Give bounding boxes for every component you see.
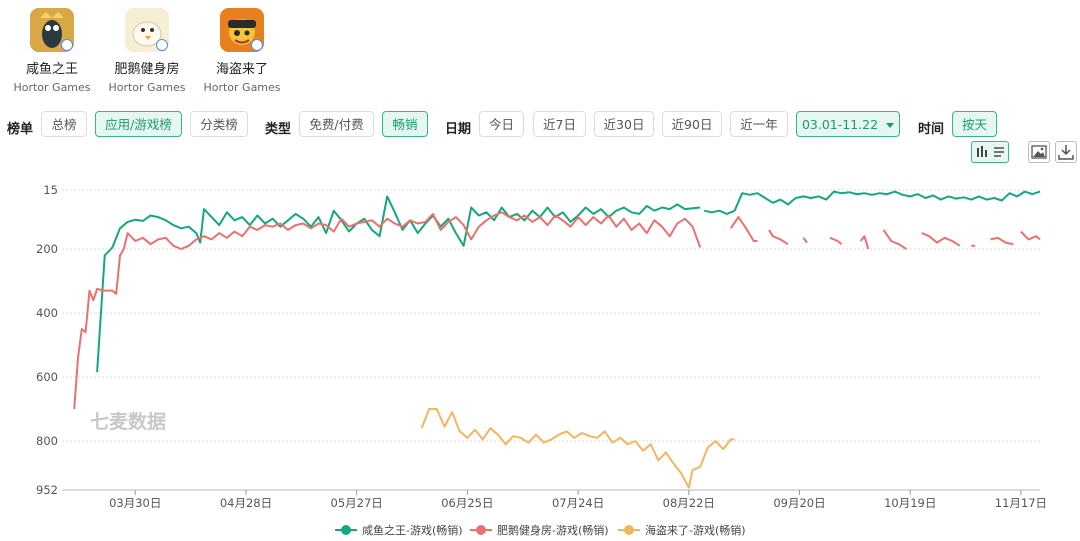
app-card-2[interactable]: 肥鹅健身房 Hortor Games	[92, 8, 202, 94]
app-name: 咸鱼之王	[25, 62, 78, 77]
app-developer: Hortor Games	[108, 81, 186, 94]
google-badge-icon	[156, 39, 168, 51]
app-developer: Hortor Games	[13, 81, 91, 94]
y-tick-label: 400	[36, 306, 58, 320]
series-line-2	[73, 211, 1041, 410]
rank-option-total[interactable]: 总榜	[41, 111, 87, 137]
series-line-3	[420, 408, 735, 489]
app-name: 海盗来了	[215, 62, 268, 77]
y-tick-label: 200	[36, 242, 58, 256]
download-icon	[1058, 145, 1074, 160]
legend[interactable]: 咸鱼之王-游戏(畅销) 肥鹅健身房-游戏(畅销) 海盗来了-游戏(畅销)	[335, 523, 746, 537]
x-tick-label: 03月30日	[109, 496, 161, 510]
image-export-icon	[1031, 145, 1047, 159]
y-tick-label: 800	[36, 434, 58, 448]
type-option-free-paid[interactable]: 免费/付费	[299, 111, 374, 137]
app-name: 肥鹅健身房	[114, 62, 180, 77]
legend-swatch-dot	[476, 525, 486, 535]
x-tick-label: 05月27日	[331, 496, 383, 510]
legend-item-2[interactable]: 肥鹅健身房-游戏(畅销)	[470, 523, 609, 537]
app-card-1[interactable]: 咸鱼之王 Hortor Games	[0, 8, 107, 94]
series-lines	[73, 190, 1041, 489]
legend-swatch-dot	[624, 525, 634, 535]
legend-label: 肥鹅健身房-游戏(畅销)	[497, 523, 609, 537]
google-badge-icon	[251, 39, 263, 51]
legend-item-1[interactable]: 咸鱼之王-游戏(畅销)	[335, 523, 463, 537]
app-icon	[125, 8, 169, 52]
y-tick-label: 600	[36, 370, 58, 384]
x-tick-label: 07月24日	[552, 496, 604, 510]
y-tick-label: 952	[36, 483, 58, 497]
gridlines	[62, 189, 1040, 491]
date-range-value: 03.01-11.22	[801, 117, 879, 132]
rank-option-category[interactable]: 分类榜	[190, 111, 248, 137]
app-icon	[220, 8, 264, 52]
x-tick-label: 06月25日	[441, 496, 493, 510]
legend-label: 海盗来了-游戏(畅销)	[645, 523, 746, 537]
date-option-90d[interactable]: 近90日	[662, 111, 722, 137]
google-badge-icon	[61, 39, 73, 51]
rank-label: 榜单	[7, 122, 34, 137]
x-tick-label: 10月19日	[884, 496, 936, 510]
x-axis: 03月30日 04月28日 05月27日 06月25日 07月24日 08月22日 09月2…	[109, 490, 1047, 510]
chevron-down-icon	[886, 123, 895, 128]
app-list: 咸鱼之王 Hortor Games 肥鹅健身房 Hortor Games 海盗来…	[0, 0, 1080, 100]
app-icon	[30, 8, 74, 52]
date-range-dropdown[interactable]: 03.01-11.22	[796, 111, 900, 137]
app-card-3[interactable]: 海盗来了 Hortor Games	[187, 8, 297, 94]
x-tick-label: 08月22日	[663, 496, 715, 510]
time-option-daily[interactable]: 按天	[952, 111, 997, 137]
type-label: 类型	[265, 122, 292, 137]
x-tick-label: 09月20日	[773, 496, 825, 510]
legend-item-3[interactable]: 海盗来了-游戏(畅销)	[618, 523, 746, 537]
y-axis: 15 200 400 600 800 952	[36, 183, 58, 497]
type-option-grossing[interactable]: 畅销	[382, 111, 428, 137]
time-label: 时间	[918, 122, 945, 137]
app-developer: Hortor Games	[203, 81, 281, 94]
watermark: 七麦数据	[90, 410, 166, 433]
bar-chart-icon	[977, 146, 1004, 157]
x-tick-label: 04月28日	[220, 496, 272, 510]
x-tick-label: 11月17日	[995, 496, 1047, 510]
rank-option-app-game[interactable]: 应用/游戏榜	[95, 111, 182, 137]
date-option-7d[interactable]: 近7日	[533, 111, 586, 137]
date-option-1y[interactable]: 近一年	[730, 111, 788, 137]
legend-swatch-dot	[341, 525, 351, 535]
rank-trend-chart: 15 200 400 600 800 952 03月30日 04月28日 05月27日 06月2…	[36, 183, 1047, 537]
legend-label: 咸鱼之王-游戏(畅销)	[362, 523, 463, 537]
date-label: 日期	[445, 122, 472, 137]
series-line-1	[96, 190, 1041, 373]
date-option-30d[interactable]: 近30日	[594, 111, 654, 137]
date-option-today[interactable]: 今日	[479, 111, 524, 137]
filter-bar: 榜单 总榜 应用/游戏榜 分类榜 类型 免费/付费 畅销 日期 今日 近7日 近…	[0, 110, 1080, 140]
y-tick-label: 15	[43, 183, 58, 197]
